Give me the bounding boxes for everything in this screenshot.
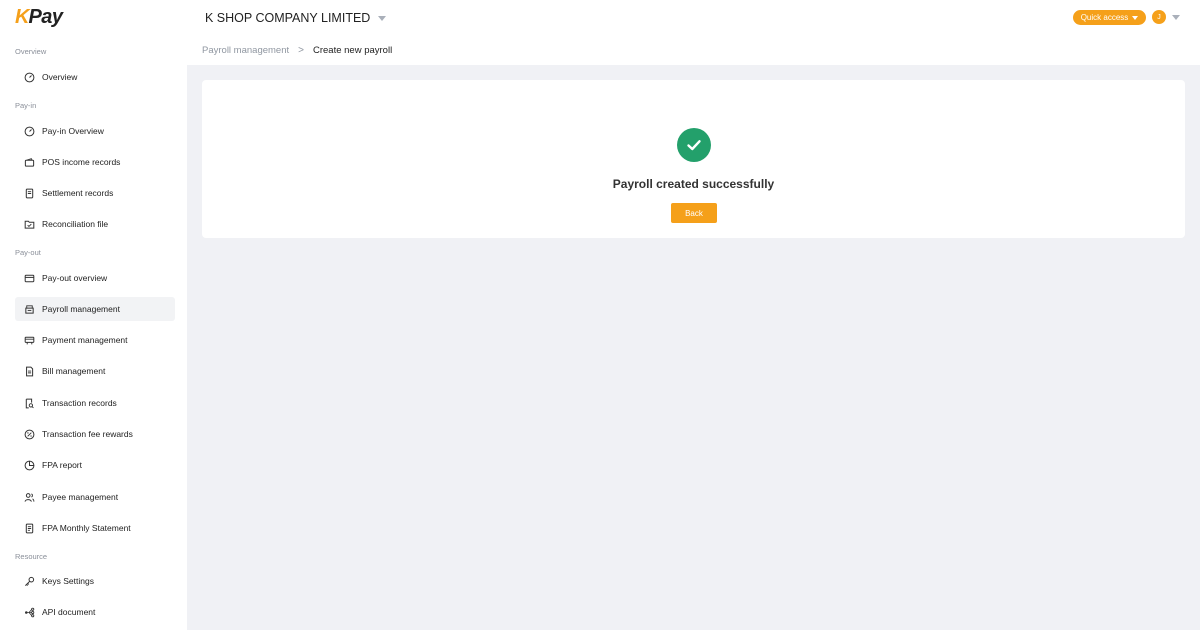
sidebar-item-bill-management[interactable]: Bill management	[15, 359, 175, 383]
sidebar-item-label: Overview	[42, 72, 78, 82]
sidebar-item-label: Payee management	[42, 492, 119, 502]
sidebar-item-label: Transaction fee rewards	[42, 429, 133, 439]
api-icon	[23, 606, 35, 618]
users-icon	[23, 491, 35, 503]
sidebar-item-api-document[interactable]: API document	[15, 600, 175, 624]
sidebar-item-label: Settlement records	[42, 188, 114, 198]
sidebar-item-label: Pay-in Overview	[42, 126, 104, 136]
quick-access-label: Quick access	[1080, 13, 1129, 22]
chevron-down-icon	[378, 15, 387, 21]
search-document-icon	[23, 397, 35, 409]
sidebar-item-settlement-records[interactable]: Settlement records	[15, 181, 175, 205]
sidebar-item-label: Reconciliation file	[42, 219, 109, 229]
bill-icon	[23, 365, 35, 377]
wallet-icon	[23, 156, 35, 168]
user-menu-chevron-icon[interactable]	[1172, 15, 1180, 20]
folder-check-icon	[23, 218, 35, 230]
payment-icon	[23, 334, 35, 346]
sidebar-item-label: Payroll management	[42, 304, 120, 314]
dashboard-icon	[23, 125, 35, 137]
sidebar-item-payroll-management[interactable]: Payroll management	[15, 297, 175, 321]
sidebar-item-fpa-report[interactable]: FPA report	[15, 453, 175, 477]
payroll-icon	[23, 303, 35, 315]
breadcrumb-separator-icon: >	[298, 45, 304, 56]
back-button[interactable]: Back	[671, 203, 717, 223]
top-header: K SHOP COMPANY LIMITED Quick access J	[187, 0, 1200, 37]
company-name: K SHOP COMPANY LIMITED	[205, 11, 371, 25]
sidebar-item-label: Pay-out overview	[42, 273, 108, 283]
sidebar-item-payout-overview[interactable]: Pay-out overview	[15, 266, 175, 290]
sidebar-item-transaction-records[interactable]: Transaction records	[15, 391, 175, 415]
sidebar-item-label: FPA Monthly Statement	[42, 523, 131, 533]
success-check-icon	[677, 128, 711, 162]
pie-chart-icon	[23, 459, 35, 471]
avatar[interactable]: J	[1152, 10, 1166, 24]
sidebar-item-overview[interactable]: Overview	[15, 65, 175, 89]
document-icon	[23, 187, 35, 199]
result-card: Payroll created successfully Back	[202, 80, 1185, 238]
sidebar-item-label: Bill management	[42, 366, 106, 376]
logo-pay: Pay	[28, 5, 63, 28]
sidebar: K Pay Overview Overview Pay-in Pay-in Ove…	[0, 0, 187, 630]
dashboard-icon	[23, 71, 35, 83]
logo-k: K	[15, 5, 29, 28]
sidebar-item-reconciliation-file[interactable]: Reconciliation file	[15, 212, 175, 236]
breadcrumb: Payroll management > Create new payroll	[202, 45, 392, 56]
company-selector[interactable]: K SHOP COMPANY LIMITED	[205, 11, 387, 25]
sidebar-item-keys-settings[interactable]: Keys Settings	[15, 569, 175, 593]
breadcrumb-payroll-management[interactable]: Payroll management	[202, 45, 289, 56]
sidebar-item-label: API document	[42, 607, 96, 617]
sidebar-item-payee-management[interactable]: Payee management	[15, 485, 175, 509]
statement-icon	[23, 522, 35, 534]
caret-down-icon	[1132, 15, 1139, 20]
sidebar-item-label: POS income records	[42, 157, 121, 167]
section-title-resource: Resource	[15, 552, 48, 561]
section-title-payout: Pay-out	[15, 248, 41, 257]
sidebar-item-label: Transaction records	[42, 398, 117, 408]
reward-icon	[23, 428, 35, 440]
sidebar-item-transaction-fee-rewards[interactable]: Transaction fee rewards	[15, 422, 175, 446]
key-icon	[23, 575, 35, 587]
sidebar-item-payment-management[interactable]: Payment management	[15, 328, 175, 352]
success-message: Payroll created successfully	[612, 177, 775, 191]
sidebar-item-label: Keys Settings	[42, 576, 94, 586]
sidebar-item-label: FPA report	[42, 460, 82, 470]
sidebar-item-pos-income-records[interactable]: POS income records	[15, 150, 175, 174]
sidebar-item-label: Payment management	[42, 335, 128, 345]
sidebar-item-payin-overview[interactable]: Pay-in Overview	[15, 119, 175, 143]
kpay-logo[interactable]: K Pay	[15, 6, 63, 28]
sidebar-item-fpa-monthly-statement[interactable]: FPA Monthly Statement	[15, 516, 175, 540]
breadcrumb-bar: Payroll management > Create new payroll	[187, 37, 1200, 65]
breadcrumb-current: Create new payroll	[312, 45, 393, 56]
card-icon	[23, 272, 35, 284]
section-title-payin: Pay-in	[15, 101, 37, 110]
quick-access-button[interactable]: Quick access	[1073, 10, 1146, 25]
section-title-overview: Overview	[15, 47, 47, 56]
